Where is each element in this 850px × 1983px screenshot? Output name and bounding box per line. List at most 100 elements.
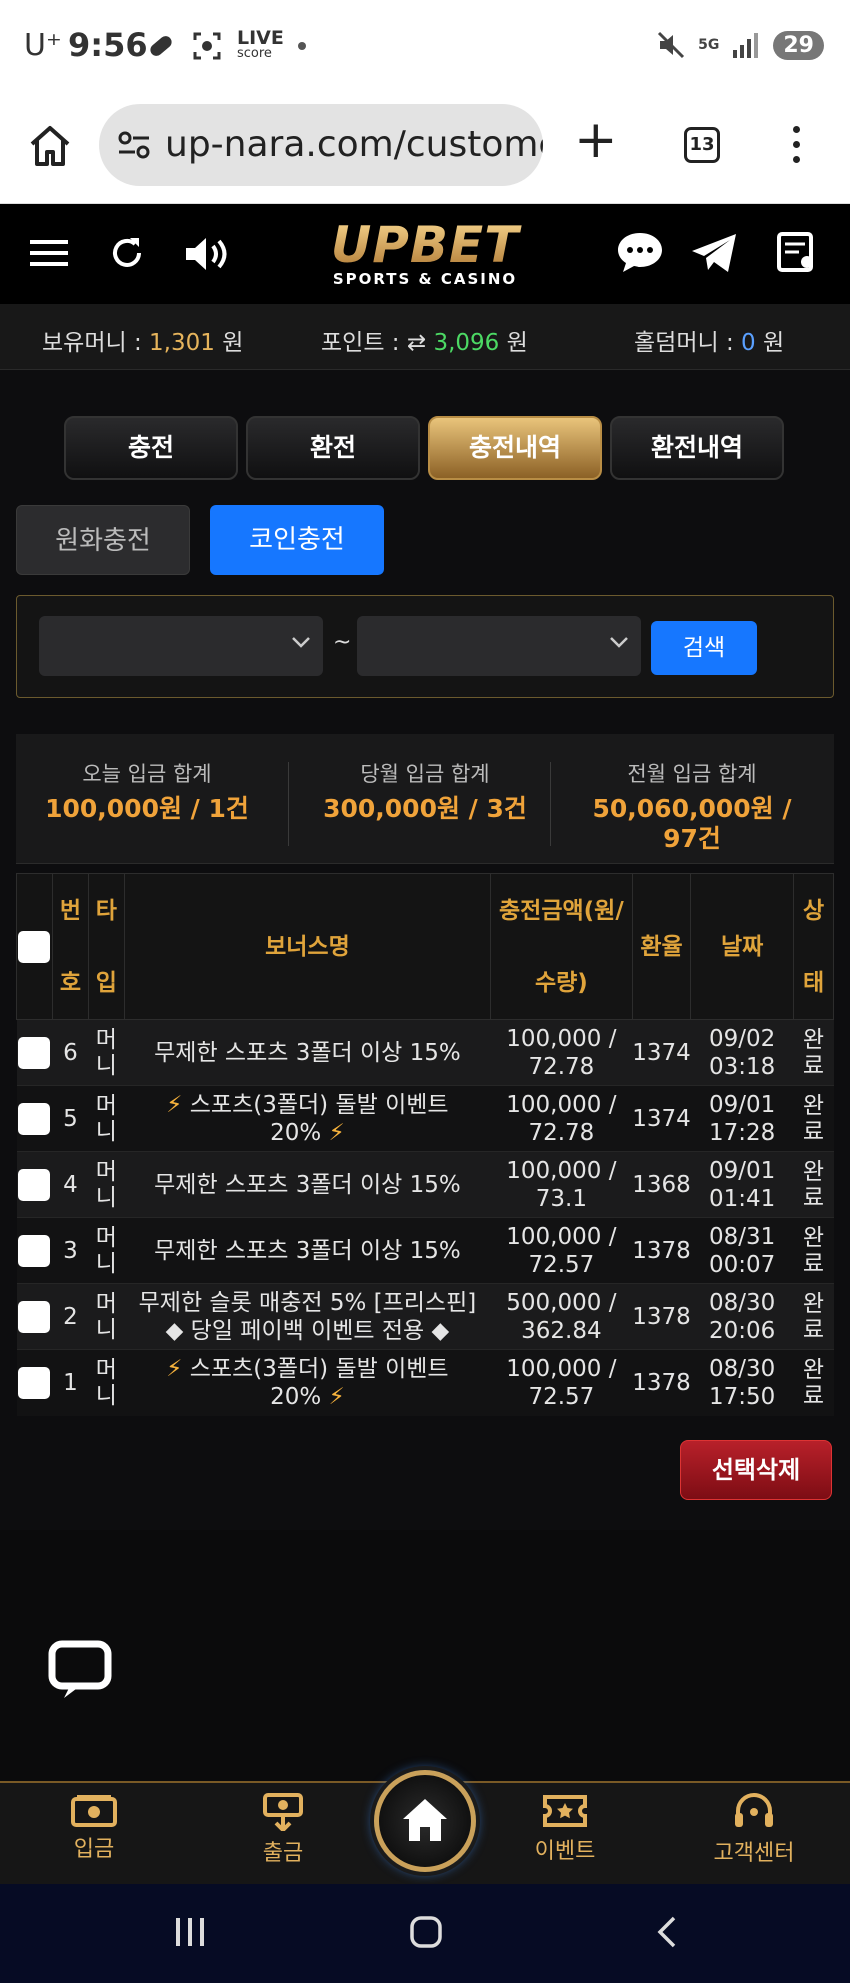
point-label: 포인트 : bbox=[321, 330, 400, 356]
system-home-icon[interactable] bbox=[408, 1914, 444, 1950]
address-bar[interactable]: up-nara.com/customer bbox=[99, 104, 543, 186]
page: U⁺ 9:56 LIVE score 5G 29 up-nara.com/cust… bbox=[0, 0, 850, 1983]
tab-krw-charge[interactable]: 원화충전 bbox=[16, 505, 190, 575]
back-icon[interactable] bbox=[650, 1914, 686, 1950]
select-all-checkbox[interactable] bbox=[18, 931, 51, 963]
tab-charge-history[interactable]: 충전내역 bbox=[428, 416, 602, 480]
row-type-text: 머니 bbox=[95, 1224, 117, 1277]
site-header: UPBET SPORTS & CASINO bbox=[0, 204, 850, 304]
telegram-icon[interactable] bbox=[690, 232, 738, 274]
point-balance[interactable]: 포인트 : ⇄ 3,096 원 bbox=[321, 323, 528, 357]
row-type: 머니 bbox=[88, 1085, 125, 1152]
row-bonus-name: ⚡ 스포츠(3폴더) 돌발 이벤트 20% ⚡ bbox=[124, 1349, 491, 1416]
tab-charge[interactable]: 충전 bbox=[64, 416, 238, 480]
nav-label: 출금 bbox=[262, 1841, 304, 1866]
charge-history-table: 번호 타입 보너스명 충전금액(원/수량) 환율 날짜 상태 6 머니 무제한 스포… bbox=[16, 873, 834, 1416]
notice-board-icon[interactable] bbox=[777, 232, 817, 274]
row-checkbox[interactable] bbox=[18, 1168, 51, 1201]
time-text: 20:06 bbox=[709, 1317, 776, 1344]
bonus-name-line2: ◆ 당일 페이백 이벤트 전용 ◆ bbox=[165, 1317, 450, 1344]
date-text: 08/30 bbox=[709, 1289, 776, 1316]
table-row[interactable]: 3 머니 무제한 스포츠 3폴더 이상 15% 100,000 /72.57 1378 0… bbox=[16, 1217, 834, 1284]
row-rate: 1378 bbox=[632, 1349, 691, 1416]
nav-event[interactable]: 이벤트 bbox=[505, 1793, 625, 1865]
col-amount: 충전금액(원/수량) bbox=[490, 873, 633, 1020]
sound-icon[interactable] bbox=[183, 234, 233, 274]
new-tab-button[interactable]: + bbox=[574, 114, 618, 166]
row-number: 5 bbox=[52, 1085, 89, 1152]
nav-deposit[interactable]: 입금 bbox=[34, 1793, 154, 1863]
refresh-icon[interactable] bbox=[108, 234, 146, 272]
quantity-text: 73.1 bbox=[535, 1185, 587, 1212]
deposit-icon bbox=[71, 1795, 117, 1827]
balance-bar: 보유머니 : 1,301 원 포인트 : ⇄ 3,096 원 홀덤머니 : 0 … bbox=[0, 304, 850, 370]
row-number: 4 bbox=[52, 1151, 89, 1218]
row-number: 3 bbox=[52, 1217, 89, 1284]
header-text: 상 bbox=[802, 897, 825, 924]
tab-switcher-button[interactable]: 13 bbox=[684, 127, 720, 163]
row-bonus-name: ⚡ 스포츠(3폴더) 돌발 이벤트 20% ⚡ bbox=[124, 1085, 491, 1152]
bonus-name-line1: 무제한 스포츠 3폴더 이상 15% bbox=[154, 1237, 461, 1264]
notification-dot-icon bbox=[297, 42, 306, 50]
row-checkbox[interactable] bbox=[18, 1036, 51, 1069]
date-search-form: ~ 검색 bbox=[16, 595, 834, 698]
col-date: 날짜 bbox=[690, 873, 795, 1020]
nav-support[interactable]: 고객센터 bbox=[694, 1793, 814, 1867]
row-checkbox[interactable] bbox=[18, 1300, 51, 1333]
date-range-separator: ~ bbox=[333, 630, 352, 655]
row-bonus-name: 무제한 스포츠 3폴더 이상 15% bbox=[124, 1151, 491, 1218]
nav-label: 이벤트 bbox=[534, 1839, 596, 1864]
nav-withdraw[interactable]: 출금 bbox=[223, 1793, 343, 1867]
row-checkbox[interactable] bbox=[18, 1366, 51, 1399]
holdem-value: 0 bbox=[741, 330, 756, 356]
header-text: 수량) bbox=[534, 969, 588, 996]
delete-selected-button[interactable]: 선택삭제 bbox=[680, 1440, 832, 1500]
date-text: 08/31 bbox=[709, 1223, 776, 1250]
hamburger-menu-icon[interactable] bbox=[30, 238, 70, 268]
table-row[interactable]: 2 머니 무제한 슬롯 매충전 5% [프리스핀] ◆ 당일 페이백 이벤트 전용 ◆… bbox=[16, 1283, 834, 1350]
chat-bubble-icon[interactable] bbox=[616, 230, 664, 274]
row-checkbox[interactable] bbox=[18, 1102, 51, 1135]
quantity-text: 72.78 bbox=[528, 1053, 595, 1080]
table-row[interactable]: 5 머니 ⚡ 스포츠(3폴더) 돌발 이벤트 20% ⚡ 100,000 /72.78 1… bbox=[16, 1085, 834, 1152]
row-amount: 100,000 /72.57 bbox=[490, 1349, 633, 1416]
summary-value: 100,000원 / 1건 bbox=[45, 794, 249, 823]
browser-menu-icon[interactable] bbox=[793, 126, 801, 171]
table-row[interactable]: 4 머니 무제한 스포츠 3폴더 이상 15% 100,000 /73.1 1368 09… bbox=[16, 1151, 834, 1218]
start-date-select[interactable] bbox=[39, 616, 323, 676]
charge-type-tabs: 원화충전 코인충전 bbox=[16, 505, 384, 575]
tab-coin-charge[interactable]: 코인충전 bbox=[210, 505, 384, 575]
row-select-cell bbox=[16, 1085, 53, 1152]
row-select-cell bbox=[16, 1283, 53, 1350]
col-number: 번호 bbox=[51, 873, 89, 1020]
brand-name: UPBET bbox=[310, 218, 540, 272]
date-text: 08/30 bbox=[709, 1355, 776, 1382]
amount-text: 100,000 / bbox=[506, 1355, 617, 1382]
recent-apps-icon[interactable] bbox=[172, 1914, 208, 1950]
live-chat-icon[interactable] bbox=[48, 1640, 112, 1700]
site-logo[interactable]: UPBET SPORTS & CASINO bbox=[310, 218, 540, 288]
tab-exchange[interactable]: 환전 bbox=[246, 416, 420, 480]
browser-home-icon[interactable] bbox=[26, 122, 74, 170]
search-button[interactable]: 검색 bbox=[651, 621, 757, 675]
event-ticket-icon bbox=[543, 1795, 587, 1827]
screenshot-icon bbox=[193, 32, 221, 60]
status-icons-left: LIVE score bbox=[145, 29, 306, 62]
end-date-select[interactable] bbox=[357, 616, 641, 676]
row-rate: 1378 bbox=[632, 1217, 691, 1284]
select-all-header bbox=[16, 873, 53, 1020]
time-text: 03:18 bbox=[709, 1053, 776, 1080]
carrier-label: U⁺ bbox=[24, 28, 62, 63]
main-content: 충전 환전 충전내역 환전내역 원화충전 코인충전 ~ 검색 오늘 입금 합계 … bbox=[0, 370, 850, 1530]
tab-exchange-history[interactable]: 환전내역 bbox=[610, 416, 784, 480]
amount-text: 100,000 / bbox=[506, 1223, 617, 1250]
home-button[interactable] bbox=[374, 1770, 476, 1872]
row-type-text: 머니 bbox=[95, 1356, 117, 1409]
table-row[interactable]: 1 머니 ⚡ 스포츠(3폴더) 돌발 이벤트 20% ⚡ 100,000 /72.57 1… bbox=[16, 1349, 834, 1416]
row-select-cell bbox=[16, 1151, 53, 1218]
table-row[interactable]: 6 머니 무제한 스포츠 3폴더 이상 15% 100,000 /72.78 1374 0… bbox=[16, 1019, 834, 1086]
row-checkbox[interactable] bbox=[18, 1234, 51, 1267]
time-text: 17:50 bbox=[709, 1383, 776, 1410]
site-settings-icon[interactable] bbox=[117, 130, 151, 160]
holdem-unit: 원 bbox=[762, 330, 785, 356]
